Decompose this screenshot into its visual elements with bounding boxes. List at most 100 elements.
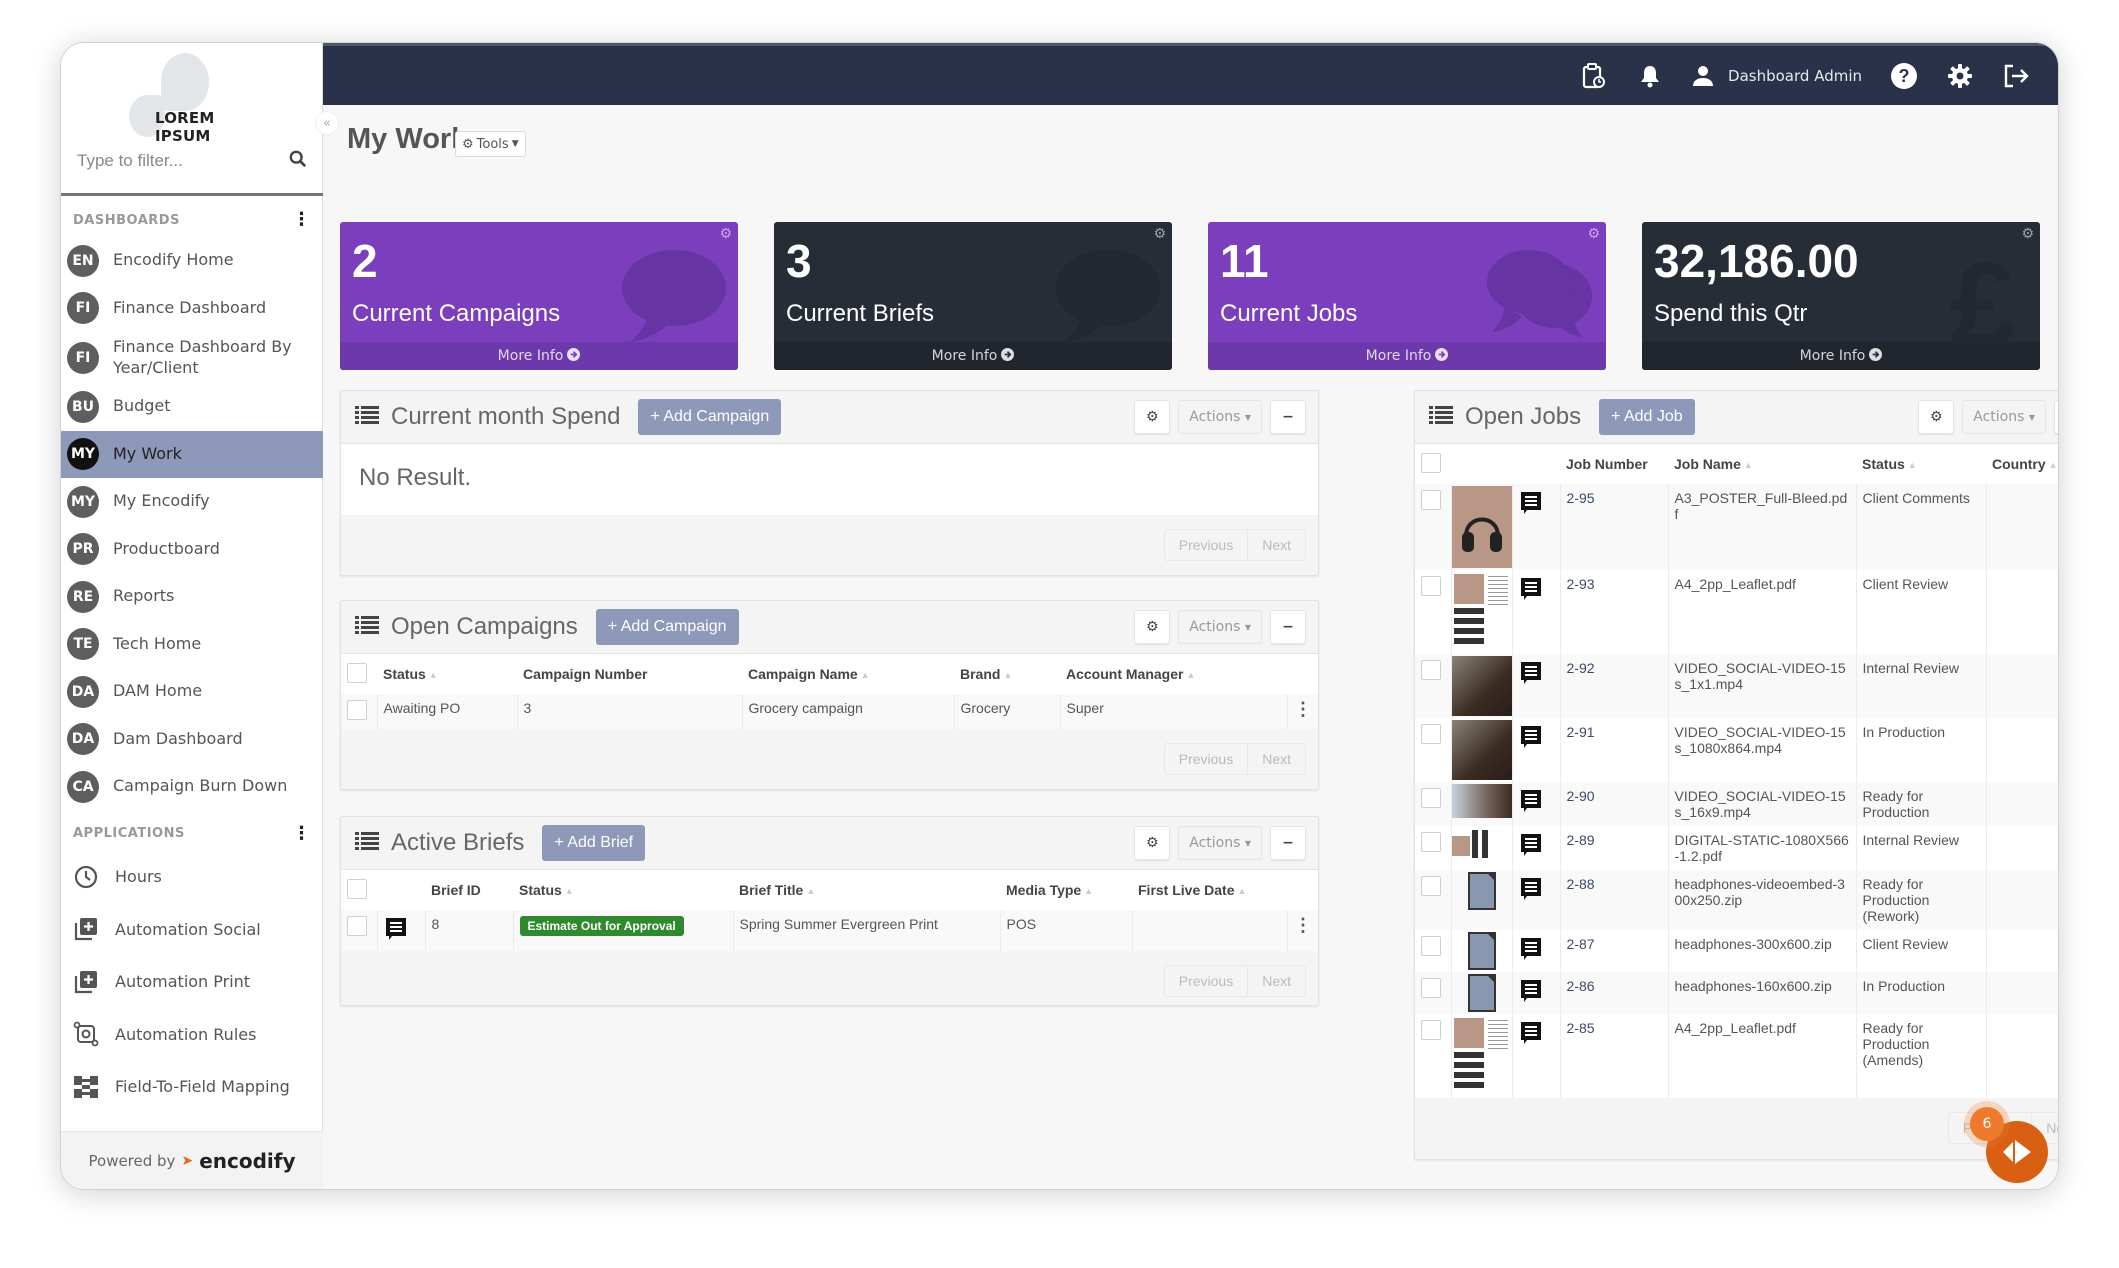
table-row[interactable]: 2-89 DIGITAL-STATIC-1080X566-1.2.pdf Int… xyxy=(1415,826,2058,870)
stat-tile-current-jobs[interactable]: ⚙ 11 Current Jobs More Info xyxy=(1208,222,1606,370)
next-button[interactable]: Next xyxy=(1247,744,1305,774)
sidebar-item-encodify-home[interactable]: EN Encodify Home xyxy=(61,237,323,285)
job-number[interactable]: 2-92 xyxy=(1559,654,1668,718)
job-name[interactable]: VIDEO_SOCIAL-VIDEO-15s_1080x864.mp4 xyxy=(1667,718,1856,782)
clipboard-clock-icon[interactable] xyxy=(1566,46,1622,105)
column-header[interactable]: Status ▲ xyxy=(513,870,733,910)
sidebar-item-hours[interactable]: Hours xyxy=(61,851,323,904)
notification-count-badge[interactable]: 6 xyxy=(1970,1107,2004,1141)
tile-settings-icon[interactable]: ⚙ xyxy=(1587,226,1600,242)
select-all-checkbox[interactable] xyxy=(1421,452,1441,473)
comment-icon[interactable] xyxy=(1519,726,1543,753)
thumbnail[interactable] xyxy=(1451,784,1512,818)
stat-tile-current-briefs[interactable]: ⚙ 3 Current Briefs More Info xyxy=(774,222,1172,370)
table-row[interactable]: Awaiting PO 3 Grocery campaign Grocery S… xyxy=(341,694,1318,729)
job-name[interactable]: VIDEO_SOCIAL-VIDEO-15s_1x1.mp4 xyxy=(1667,654,1856,718)
row-checkbox[interactable] xyxy=(1421,660,1441,680)
sidebar-item-finance-dashboard-by-year-client[interactable]: FI Finance Dashboard By Year/Client xyxy=(61,332,323,383)
job-name[interactable]: headphones-300x600.zip xyxy=(1667,930,1856,972)
tools-dropdown[interactable]: ⚙ Tools ▼ xyxy=(455,131,526,157)
sidebar-item-my-work[interactable]: MY My Work xyxy=(61,430,323,478)
actions-dropdown[interactable]: Actions ▼ xyxy=(1178,400,1262,434)
next-button[interactable]: Next xyxy=(1247,966,1305,996)
thumbnail[interactable] xyxy=(1451,828,1512,862)
row-checkbox[interactable] xyxy=(1421,576,1441,596)
table-row[interactable]: 2-88 headphones-videoembed-300x250.zip R… xyxy=(1415,870,2058,930)
column-header[interactable]: Country ▲ xyxy=(1986,444,2058,484)
previous-button[interactable]: Previous xyxy=(1165,966,1247,996)
comment-icon[interactable] xyxy=(1519,1022,1543,1049)
sidebar-item-automation-rules[interactable]: Automation Rules xyxy=(61,1008,323,1061)
previous-button[interactable]: Previous xyxy=(1165,530,1247,560)
tile-settings-icon[interactable]: ⚙ xyxy=(1153,226,1166,242)
job-number[interactable]: 2-93 xyxy=(1559,570,1668,654)
row-checkbox[interactable] xyxy=(1421,876,1441,896)
row-menu-icon[interactable]: ⋮ xyxy=(1287,694,1318,729)
help-icon[interactable]: ? xyxy=(1876,46,1932,105)
column-header[interactable]: Brand ▲ xyxy=(954,654,1060,694)
table-row[interactable]: 2-90 VIDEO_SOCIAL-VIDEO-15s_16x9.mp4 Rea… xyxy=(1415,782,2058,826)
add-campaign-button[interactable]: + Add Campaign xyxy=(595,609,739,645)
job-name[interactable]: A3_POSTER_Full-Bleed.pdf xyxy=(1667,484,1856,570)
row-checkbox[interactable] xyxy=(1421,832,1441,852)
table-row[interactable]: 2-95 A3_POSTER_Full-Bleed.pdf Client Com… xyxy=(1415,484,2058,570)
dashboards-menu-icon[interactable]: ⋮ xyxy=(293,211,312,229)
actions-dropdown[interactable]: Actions ▼ xyxy=(1178,826,1262,860)
table-row[interactable]: 2-85 A4_2pp_Leaflet.pdf Ready for Produc… xyxy=(1415,1014,2058,1098)
filter-input[interactable] xyxy=(77,151,257,171)
collapse-panel-button[interactable]: − xyxy=(1270,400,1306,434)
column-header[interactable]: Job Number xyxy=(1560,444,1668,484)
thumbnail[interactable] xyxy=(1451,656,1512,716)
row-checkbox[interactable] xyxy=(1421,1020,1441,1040)
job-name[interactable]: A4_2pp_Leaflet.pdf xyxy=(1667,1014,1856,1098)
comment-icon[interactable] xyxy=(1519,662,1543,689)
column-header[interactable]: Account Manager ▲ xyxy=(1060,654,1288,694)
table-row[interactable]: 2-86 headphones-160x600.zip In Productio… xyxy=(1415,972,2058,1014)
table-row[interactable]: 8 Estimate Out for Approval Spring Summe… xyxy=(341,910,1318,951)
stat-tile-spend-this-qtr[interactable]: £ ⚙ 32,186.00 Spend this Qtr More Info xyxy=(1642,222,2040,370)
job-name[interactable]: A4_2pp_Leaflet.pdf xyxy=(1667,570,1856,654)
sidebar-item-dam-dashboard[interactable]: DA Dam Dashboard xyxy=(61,716,323,764)
tile-settings-icon[interactable]: ⚙ xyxy=(719,226,732,242)
job-number[interactable]: 2-86 xyxy=(1559,972,1668,1014)
sidebar-item-dam-home[interactable]: DA DAM Home xyxy=(61,668,323,716)
job-name[interactable]: headphones-videoembed-300x250.zip xyxy=(1667,870,1856,930)
thumbnail[interactable] xyxy=(1451,572,1512,652)
job-number[interactable]: 2-89 xyxy=(1559,826,1668,870)
search-icon[interactable] xyxy=(289,150,307,172)
add-campaign-button[interactable]: + Add Campaign xyxy=(638,399,782,435)
column-header[interactable]: Brief Title ▲ xyxy=(733,870,1000,910)
panel-settings-button[interactable]: ⚙ xyxy=(1134,826,1171,860)
comment-icon[interactable] xyxy=(384,918,408,945)
add-job-button[interactable]: + Add Job xyxy=(1599,399,1695,435)
column-header[interactable]: Campaign Name ▲ xyxy=(742,654,954,694)
sidebar-item-my-encodify[interactable]: MY My Encodify xyxy=(61,478,323,526)
column-header[interactable]: Brief ID xyxy=(425,870,513,910)
table-row[interactable]: 2-91 VIDEO_SOCIAL-VIDEO-15s_1080x864.mp4… xyxy=(1415,718,2058,782)
add-brief-button[interactable]: + Add Brief xyxy=(542,825,646,861)
sidebar-item-finance-dashboard[interactable]: FI Finance Dashboard xyxy=(61,285,323,333)
column-header[interactable]: Media Type ▲ xyxy=(1000,870,1132,910)
comment-icon[interactable] xyxy=(1519,938,1543,965)
actions-dropdown[interactable]: Actions ▼ xyxy=(1178,610,1262,644)
select-all-checkbox[interactable] xyxy=(347,662,367,683)
column-header[interactable]: Status ▲ xyxy=(377,654,517,694)
row-menu-icon[interactable]: ⋮ xyxy=(1287,910,1318,951)
thumbnail[interactable] xyxy=(1451,720,1512,780)
row-checkbox[interactable] xyxy=(1421,936,1441,956)
column-header[interactable]: Status ▲ xyxy=(1856,444,1986,484)
sidebar-item-budget[interactable]: BU Budget xyxy=(61,383,323,431)
panel-settings-button[interactable]: ⚙ xyxy=(1918,400,1955,434)
job-number[interactable]: 2-95 xyxy=(1559,484,1668,570)
collapse-panel-button[interactable]: − xyxy=(2054,400,2058,434)
row-checkbox[interactable] xyxy=(1421,724,1441,744)
sidebar-item-automation-print[interactable]: Automation Print xyxy=(61,956,323,1009)
previous-button[interactable]: Previous xyxy=(1165,744,1247,774)
column-header[interactable]: First Live Date ▲ xyxy=(1132,870,1288,910)
table-row[interactable]: 2-93 A4_2pp_Leaflet.pdf Client Review ⋮ xyxy=(1415,570,2058,654)
applications-menu-icon[interactable]: ⋮ xyxy=(293,824,312,843)
sidebar-item-reports[interactable]: RE Reports xyxy=(61,573,323,621)
logout-icon[interactable] xyxy=(1988,46,2044,105)
collapse-sidebar-button[interactable]: « xyxy=(315,111,339,135)
panel-settings-button[interactable]: ⚙ xyxy=(1134,400,1171,434)
